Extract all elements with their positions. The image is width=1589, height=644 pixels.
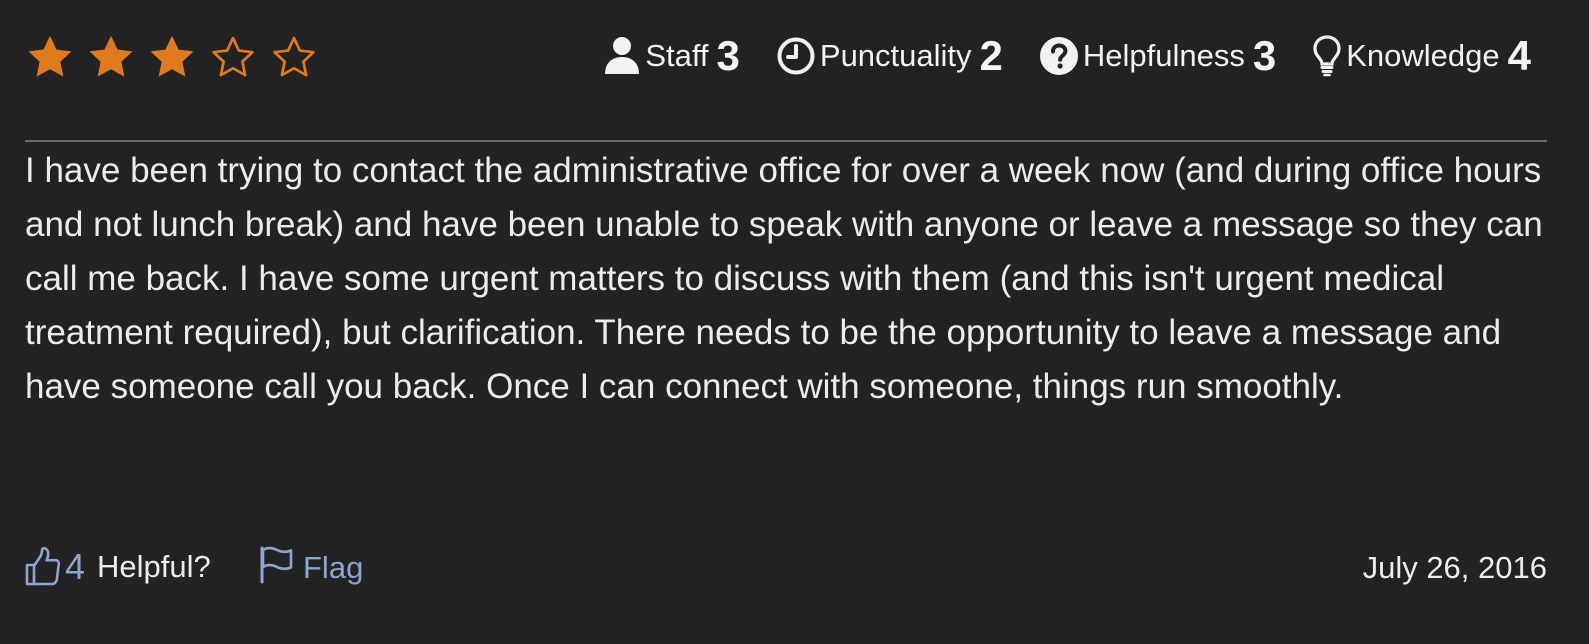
helpful-control[interactable]: 4 Helpful? <box>25 546 211 588</box>
score-helpfulness: Helpfulness 3 <box>1039 32 1276 80</box>
star-filled-icon <box>147 32 197 82</box>
score-label: Staff <box>645 38 709 73</box>
score-value: 3 <box>716 32 740 79</box>
question-circle-icon <box>1039 36 1079 76</box>
clock-icon <box>776 36 816 76</box>
helpful-count: 4 <box>65 546 86 587</box>
star-rating <box>25 32 319 82</box>
user-icon <box>603 36 641 76</box>
score-punctuality: Punctuality 2 <box>776 32 1003 80</box>
star-empty-icon <box>269 32 319 82</box>
thumbs-up-icon[interactable] <box>25 547 61 587</box>
score-value: 4 <box>1507 32 1531 79</box>
review-date: July 26, 2016 <box>1362 550 1547 585</box>
lightbulb-icon <box>1312 35 1342 77</box>
score-label: Helpfulness <box>1082 38 1245 73</box>
score-staff: Staff 3 <box>603 32 740 80</box>
flag-icon <box>259 546 295 589</box>
flag-button[interactable]: Flag <box>259 546 363 589</box>
review-footer: 4 Helpful? Flag July 26, 2016 <box>25 540 1547 596</box>
score-label: Punctuality <box>819 38 972 73</box>
flag-label[interactable]: Flag <box>303 550 363 586</box>
helpful-label: Helpful? <box>97 549 211 584</box>
star-filled-icon <box>25 32 75 82</box>
review-card: Staff 3 Punctuality 2 Helpfulness 3 Know… <box>25 0 1567 644</box>
star-empty-icon <box>208 32 258 82</box>
rating-row: Staff 3 Punctuality 2 Helpfulness 3 Know… <box>25 28 1567 88</box>
score-value: 3 <box>1252 32 1277 79</box>
category-scores: Staff 3 Punctuality 2 Helpfulness 3 Know… <box>603 28 1531 84</box>
star-filled-icon <box>86 32 136 82</box>
divider <box>25 140 1547 142</box>
score-value: 2 <box>979 32 1003 79</box>
review-text: I have been trying to contact the admini… <box>25 151 1543 406</box>
score-knowledge: Knowledge 4 <box>1312 32 1531 80</box>
score-label: Knowledge <box>1346 38 1500 73</box>
